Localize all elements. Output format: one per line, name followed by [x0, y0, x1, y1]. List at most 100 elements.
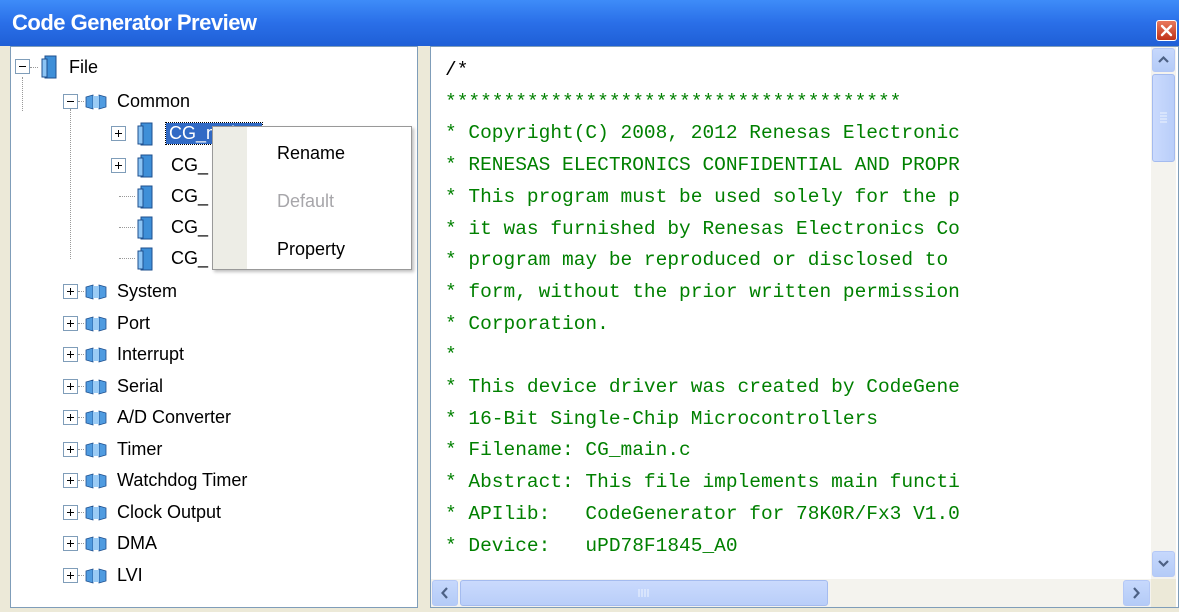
- expand-toggle[interactable]: [63, 347, 78, 362]
- tree-item-file[interactable]: File: [11, 55, 411, 83]
- scroll-thumb[interactable]: [1152, 74, 1175, 162]
- code-line: * form, without the prior written permis…: [445, 281, 960, 303]
- code-line: * 16-Bit Single-Chip Microcontrollers: [445, 408, 878, 430]
- folder-icon: [85, 410, 107, 426]
- code-line: * APIlib: CodeGenerator for 78K0R/Fx3 V1…: [445, 503, 960, 525]
- code-preview[interactable]: /* **************************************…: [430, 46, 1179, 608]
- folder-icon: [85, 568, 107, 584]
- scroll-up-button[interactable]: [1152, 48, 1175, 72]
- expand-toggle[interactable]: [63, 410, 78, 425]
- chevron-right-icon: [1133, 587, 1140, 599]
- menu-item-default: Default: [277, 191, 335, 211]
- expand-toggle[interactable]: [63, 568, 78, 583]
- scroll-thumb[interactable]: [460, 580, 828, 606]
- tree-item-common[interactable]: Common: [11, 88, 411, 116]
- scroll-left-button[interactable]: [432, 580, 458, 606]
- expand-toggle[interactable]: [63, 442, 78, 457]
- folder-icon: [85, 536, 107, 552]
- expand-toggle[interactable]: [63, 316, 78, 331]
- title-bar: Code Generator Preview: [0, 0, 1179, 46]
- file-icon: [41, 55, 57, 79]
- tree-item-group[interactable]: LVI: [11, 562, 411, 590]
- code-line: * it was furnished by Renesas Electronic…: [445, 218, 960, 240]
- file-icon: [137, 247, 153, 271]
- folder-icon: [85, 94, 107, 110]
- file-icon: [137, 185, 153, 209]
- grip-icon: [1160, 112, 1167, 123]
- window-title: Code Generator Preview: [12, 10, 257, 35]
- code-line: * Copyright(C) 2008, 2012 Renesas Electr…: [445, 122, 960, 144]
- tree-item-label: CG_: [171, 155, 209, 175]
- close-button[interactable]: [1156, 20, 1177, 41]
- expand-toggle[interactable]: [63, 284, 78, 299]
- code-line: * This program must be used solely for t…: [445, 186, 960, 208]
- tree-item-label: CG_: [171, 248, 209, 268]
- file-icon: [137, 154, 153, 178]
- chevron-down-icon: [1158, 560, 1169, 568]
- tree-item-group[interactable]: Watchdog Timer: [11, 467, 411, 495]
- chevron-up-icon: [1158, 55, 1169, 63]
- tree-item-label: Port: [117, 313, 151, 333]
- file-icon: [137, 122, 153, 146]
- folder-icon: [85, 316, 107, 332]
- chevron-left-icon: [441, 587, 448, 599]
- grip-icon: [638, 589, 649, 597]
- collapse-toggle[interactable]: [15, 59, 30, 74]
- scrollbar-corner: [1151, 579, 1176, 607]
- tree-item-group[interactable]: A/D Converter: [11, 404, 411, 432]
- code-line: /*: [445, 59, 469, 81]
- close-icon: [1160, 24, 1173, 37]
- vertical-scrollbar[interactable]: [1151, 47, 1176, 579]
- folder-icon: [85, 347, 107, 363]
- expand-toggle[interactable]: [63, 473, 78, 488]
- code-line: ***************************************: [445, 91, 902, 113]
- tree-item-label: Serial: [117, 376, 164, 396]
- tree-item-label: Clock Output: [117, 502, 222, 522]
- tree-item-group[interactable]: Clock Output: [11, 499, 411, 527]
- tree-item-label: Common: [117, 91, 191, 111]
- tree-item-label: CG_: [171, 186, 209, 206]
- tree-item-group[interactable]: System: [11, 278, 411, 306]
- folder-icon: [85, 284, 107, 300]
- file-icon: [137, 216, 153, 240]
- expand-toggle[interactable]: [111, 126, 126, 141]
- tree-item-label: File: [69, 57, 99, 77]
- expand-toggle[interactable]: [111, 158, 126, 173]
- folder-icon: [85, 473, 107, 489]
- code-line: * Corporation.: [445, 313, 609, 335]
- context-menu: Rename Default Property: [212, 126, 412, 270]
- menu-item-property[interactable]: Property: [277, 239, 345, 260]
- tree-item-label: DMA: [117, 533, 157, 553]
- menu-item-rename[interactable]: Rename: [277, 143, 345, 164]
- tree-item-label: Timer: [117, 439, 163, 459]
- tree-item-label: A/D Converter: [117, 407, 232, 427]
- pane-splitter[interactable]: [418, 46, 430, 612]
- code-line: * Abstract: This file implements main fu…: [445, 471, 960, 493]
- code-line: * Filename: CG_main.c: [445, 439, 691, 461]
- code-line: *: [445, 344, 457, 366]
- code-line: * program may be reproduced or disclosed…: [445, 249, 949, 271]
- tree-item-group[interactable]: Interrupt: [11, 341, 411, 369]
- tree-item-group[interactable]: Port: [11, 310, 411, 338]
- expand-toggle[interactable]: [63, 379, 78, 394]
- tree-item-label: System: [117, 281, 178, 301]
- tree-item-label: LVI: [117, 565, 143, 585]
- scroll-down-button[interactable]: [1152, 551, 1175, 577]
- expand-toggle[interactable]: [63, 505, 78, 520]
- horizontal-scrollbar[interactable]: [431, 579, 1151, 607]
- tree-item-label: CG_: [171, 217, 209, 237]
- code-line: * RENESAS ELECTRONICS CONFIDENTIAL AND P…: [445, 154, 960, 176]
- folder-icon: [85, 505, 107, 521]
- folder-icon: [85, 379, 107, 395]
- expand-toggle[interactable]: [63, 536, 78, 551]
- code-line: * Device: uPD78F1845_A0: [445, 535, 738, 557]
- folder-icon: [85, 442, 107, 458]
- code-line: * This device driver was created by Code…: [445, 376, 960, 398]
- tree-item-label: Interrupt: [117, 344, 185, 364]
- scroll-right-button[interactable]: [1123, 580, 1150, 606]
- tree-item-group[interactable]: Serial: [11, 373, 411, 401]
- collapse-toggle[interactable]: [63, 94, 78, 109]
- tree-item-group[interactable]: Timer: [11, 436, 411, 464]
- tree-item-group[interactable]: DMA: [11, 530, 411, 558]
- tree-item-label: Watchdog Timer: [117, 470, 248, 490]
